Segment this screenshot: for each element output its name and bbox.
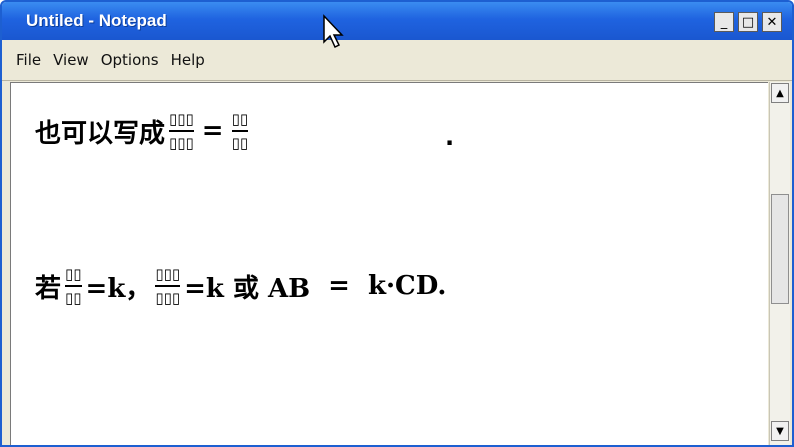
fraction-bar <box>155 285 181 287</box>
scroll-down-button[interactable]: ▼ <box>771 421 789 441</box>
menu-file[interactable]: File <box>16 51 41 69</box>
menu-help[interactable]: Help <box>171 51 205 69</box>
line2-fraction-1: ▯▯ ▯▯ <box>65 265 82 307</box>
fraction-bar <box>231 130 249 132</box>
line2-equals: = <box>328 271 350 301</box>
fraction-numerator: ▯▯ <box>231 110 249 128</box>
line1-fraction-2: ▯▯ ▯▯ <box>231 110 249 152</box>
menu-bar: File View Options Help <box>2 40 792 81</box>
fraction-numerator: ▯▯▯ <box>169 110 194 128</box>
fraction-denominator: ▯▯ <box>231 134 249 152</box>
line2-equals-k: =k， <box>85 273 152 304</box>
text-line-2: 若 ▯▯ ▯▯ =k， ▯▯▯ ▯▯▯ =k 或 AB = k·CD. <box>35 265 446 307</box>
fraction-numerator: ▯▯▯ <box>155 265 181 283</box>
maximize-button[interactable]: □ <box>738 12 758 32</box>
menu-options[interactable]: Options <box>101 51 159 69</box>
line1-prefix: 也可以写成 <box>35 118 166 149</box>
line2-equals-k-or-ab: =k 或 AB <box>184 273 311 304</box>
title-bar[interactable]: Untiled - Notepad _ □ ✕ <box>2 2 792 40</box>
minimize-button[interactable]: _ <box>714 12 734 32</box>
menu-view[interactable]: View <box>53 51 89 69</box>
fraction-numerator: ▯▯ <box>65 265 82 283</box>
scroll-up-button[interactable]: ▲ <box>771 83 789 103</box>
notepad-window: Untiled - Notepad _ □ ✕ File View Option… <box>0 0 794 447</box>
fraction-bar <box>169 130 194 132</box>
line2-fraction-2: ▯▯▯ ▯▯▯ <box>155 265 181 307</box>
line2-ruo: 若 <box>35 273 62 304</box>
fraction-denominator: ▯▯ <box>65 289 82 307</box>
vertical-scrollbar[interactable]: ▲ ▼ <box>769 82 790 445</box>
fraction-denominator: ▯▯▯ <box>155 289 181 307</box>
line1-equals: = <box>201 116 224 146</box>
fraction-denominator: ▯▯▯ <box>169 134 194 152</box>
trailing-dot: . <box>445 123 455 151</box>
text-line-1: 也可以写成 ▯▯▯ ▯▯▯ = ▯▯ ▯▯ <box>35 110 252 152</box>
scroll-thumb[interactable] <box>771 194 789 304</box>
fraction-bar <box>65 285 82 287</box>
mouse-pointer-icon <box>323 14 344 49</box>
text-editor-area[interactable]: 也可以写成 ▯▯▯ ▯▯▯ = ▯▯ ▯▯ . 若 ▯▯ ▯▯ =k， ▯▯▯ … <box>10 82 768 445</box>
close-button[interactable]: ✕ <box>762 12 782 32</box>
line2-k-cd: k·CD. <box>367 271 447 301</box>
window-title: Untiled - Notepad <box>26 11 167 30</box>
window-controls: _ □ ✕ <box>714 12 782 32</box>
line1-fraction-1: ▯▯▯ ▯▯▯ <box>169 110 194 152</box>
